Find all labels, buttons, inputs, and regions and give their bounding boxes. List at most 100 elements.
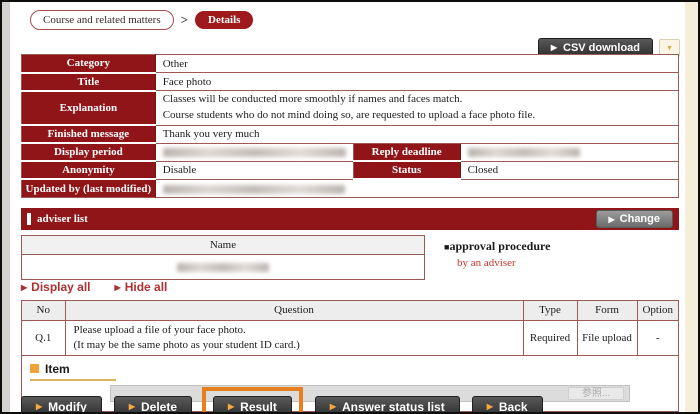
arrow-icon: ▶ [115,283,121,292]
anonymity-label: Anonymity [22,161,156,179]
answer-status-list-label: Answer status list [342,400,445,414]
result-button[interactable]: ▶ Result [213,396,292,414]
category-label: Category [22,55,156,73]
explanation-value: Classes will be conducted more smoothly … [155,91,678,126]
question-line-2: (It may be the same photo as your studen… [74,338,515,353]
browse-button[interactable]: 参照... [568,387,624,400]
footer-actions: ▶ Modify ▶ Delete ▶ Result ▶ Answer stat… [21,387,543,414]
updated-by-label: Updated by (last modified) [22,179,156,197]
explanation-line-2: Course students who do not mind doing so… [163,108,671,124]
delete-label: Delete [141,400,177,414]
status-label: Status [353,161,460,179]
arrow-icon: ▶ [330,403,336,411]
left-edge-strip [2,2,10,412]
square-bullet-icon [30,364,39,373]
table-header-row: Name [22,236,425,255]
display-all-label: Display all [31,280,90,294]
explanation-line-1: Classes will be conducted more smoothly … [163,92,671,108]
chevron-down-icon: ▼ [666,44,673,52]
approval-procedure-detail: by an adviser [457,257,550,269]
explanation-label: Explanation [22,91,156,126]
redacted-value [163,185,345,194]
table-row: Finished message Thank you very much [22,125,679,143]
table-row: Category Other [22,55,679,73]
finished-message-label: Finished message [22,125,156,143]
name-column-header: Name [22,236,425,255]
breadcrumb-current: Details [195,11,253,29]
anonymity-value: Disable [155,161,353,179]
category-value: Other [155,55,678,73]
reply-deadline-value [460,143,678,161]
item-label: Item [45,362,70,376]
table-header-row: No Question Type Form Option [22,301,678,320]
delete-button[interactable]: ▶ Delete [114,396,192,414]
arrow-icon: ▶ [609,215,615,224]
display-period-label: Display period [22,143,156,161]
question-no-cell: Q.1 [22,320,65,356]
breadcrumb-separator-icon: > [181,12,188,28]
redacted-value [177,263,269,272]
list-controls: ▶ Display all ▶ Hide all [21,280,167,294]
application-window: Course and related matters > Details ▶ C… [0,0,700,414]
table-row: Q.1 Please upload a file of your face ph… [22,320,678,356]
arrow-icon: ▶ [551,44,557,52]
question-column-header: Question [65,301,523,320]
question-table: No Question Type Form Option Q.1 Please … [22,301,678,356]
question-line-1: Please upload a file of your face photo. [74,323,515,338]
csv-download-label: CSV download [563,42,640,54]
change-button[interactable]: ▶ Change [596,210,674,228]
finished-message-value: Thank you very much [155,125,678,143]
reply-deadline-label: Reply deadline [353,143,460,161]
status-value: Closed [460,161,678,179]
adviser-list-header: adviser list ▶ Change [21,208,679,230]
table-row: Anonymity Disable Status Closed [22,161,679,179]
arrow-icon: ▶ [21,283,27,292]
question-text-cell: Please upload a file of your face photo.… [65,320,523,356]
result-highlight-box: ▶ Result [202,387,303,414]
updated-by-value [155,179,678,197]
question-type-cell: Required [523,320,577,356]
form-column-header: Form [577,301,637,320]
hide-all-link[interactable]: ▶ Hide all [115,280,168,294]
breadcrumb-root[interactable]: Course and related matters [30,10,174,30]
arrow-icon: ▶ [487,403,493,411]
adviser-name-table: Name [21,235,425,280]
result-label: Result [240,400,277,414]
item-heading: Item [30,362,116,381]
table-row: Explanation Classes will be conducted mo… [22,91,679,126]
redacted-value [468,148,580,157]
table-row: Display period Reply deadline [22,143,679,161]
details-table: Category Other Title Face photo Explanat… [21,54,679,198]
adviser-list-title: adviser list [37,213,596,225]
table-row: Title Face photo [22,73,679,91]
question-form-cell: File upload [577,320,637,356]
modify-label: Modify [48,400,87,414]
type-column-header: Type [523,301,577,320]
arrow-icon: ▶ [129,403,135,411]
redacted-value [163,148,346,157]
arrow-icon: ▶ [36,403,42,411]
approval-procedure-heading: ■approval procedure [444,239,550,254]
title-value: Face photo [155,73,678,91]
back-label: Back [499,400,528,414]
adviser-name-cell [22,255,425,280]
table-row: Updated by (last modified) [22,179,679,197]
back-button[interactable]: ▶ Back [472,396,543,414]
option-column-header: Option [637,301,678,320]
title-label: Title [22,73,156,91]
answer-status-list-button[interactable]: ▶ Answer status list [315,396,460,414]
change-button-label: Change [620,213,660,225]
modify-button[interactable]: ▶ Modify [21,396,102,414]
display-all-link[interactable]: ▶ Display all [21,280,91,294]
table-row [22,255,425,280]
right-edge-strip [685,2,698,412]
section-tick-icon [27,213,31,225]
breadcrumb: Course and related matters > Details [30,10,253,30]
no-column-header: No [22,301,65,320]
question-option-cell: - [637,320,678,356]
approval-procedure-block: ■approval procedure by an adviser [444,239,550,269]
arrow-icon: ▶ [228,403,234,411]
display-period-value [155,143,353,161]
hide-all-label: Hide all [125,280,168,294]
approval-procedure-text: approval procedure [449,239,550,253]
